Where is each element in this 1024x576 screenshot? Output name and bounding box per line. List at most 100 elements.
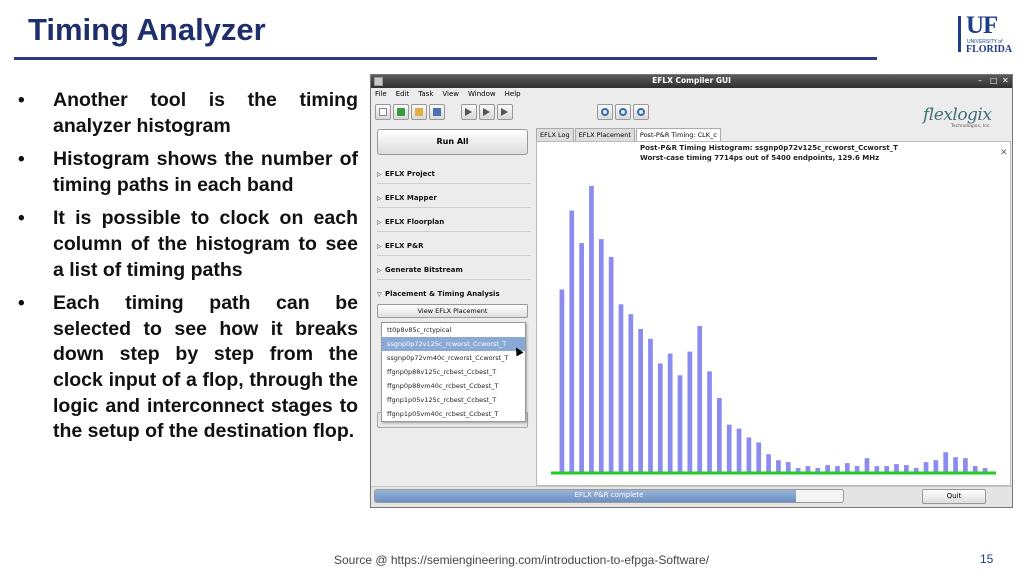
histogram-bar[interactable] <box>844 463 850 472</box>
histogram-bar[interactable] <box>776 460 781 472</box>
histogram-bar[interactable] <box>913 468 919 472</box>
histogram-bar[interactable] <box>972 466 978 472</box>
close-tab-button[interactable]: ✕ <box>1000 148 1008 158</box>
histogram-bar[interactable] <box>717 398 722 472</box>
run-next-button[interactable] <box>479 104 495 120</box>
histogram-bar[interactable] <box>982 468 988 472</box>
menu-window[interactable]: Window <box>468 90 496 101</box>
menu-edit[interactable]: Edit <box>396 90 410 101</box>
histogram-bar[interactable] <box>825 465 830 472</box>
page-number: 15 <box>980 552 994 566</box>
run-all-main-button[interactable]: Run All <box>377 129 528 155</box>
histogram-bar[interactable] <box>805 466 811 472</box>
bullet-dot: • <box>18 90 25 111</box>
section-eflx-pr[interactable]: ▷ EFLX P&R <box>377 242 531 256</box>
histogram-bar[interactable] <box>903 465 909 472</box>
histogram-bar[interactable] <box>864 458 870 472</box>
histogram-bar[interactable] <box>677 375 683 472</box>
histogram-bar[interactable] <box>638 328 644 472</box>
menu-help[interactable]: Help <box>505 90 521 101</box>
maximize-button[interactable]: □ <box>990 76 998 85</box>
expanded-arrow-icon: ▽ <box>377 291 382 298</box>
histogram-bar[interactable] <box>648 338 653 472</box>
zoom-fit-button[interactable] <box>633 104 649 120</box>
histogram-bar[interactable] <box>766 454 771 472</box>
zoom-out-button[interactable] <box>615 104 631 120</box>
histogram-bar[interactable] <box>953 457 958 472</box>
histogram-bar[interactable] <box>559 289 565 472</box>
bullet-item: • Histogram shows the number of timing pa… <box>18 147 358 198</box>
corner-option[interactable]: ffgnp0p88vm40c_rcbest_Ccbest_T <box>382 379 525 393</box>
run-all-button[interactable] <box>497 104 513 120</box>
histogram-bar[interactable] <box>589 185 594 472</box>
histogram-svg <box>551 185 996 475</box>
section-placement-timing[interactable]: ▽ Placement & Timing Analysis <box>377 290 531 304</box>
tab-eflx-log[interactable]: EFLX Log <box>536 128 574 141</box>
histogram-bar[interactable] <box>746 437 752 472</box>
histogram-bar[interactable] <box>569 210 575 472</box>
histogram-bar[interactable] <box>854 466 860 472</box>
histogram-bar[interactable] <box>608 256 614 472</box>
corner-option[interactable]: ssgnp0p72vm40c_rcworst_Ccworst_T <box>382 351 525 365</box>
window-titlebar[interactable]: EFLX Compiler GUI – □ ✕ <box>371 75 1012 88</box>
histogram-bar[interactable] <box>756 442 762 472</box>
run-step-button[interactable] <box>461 104 477 120</box>
histogram-bar[interactable] <box>795 468 801 472</box>
corner-option-selected[interactable]: ssgnp0p72v125c_rcworst_Ccworst_T <box>382 337 525 351</box>
corner-option[interactable]: tt0p8v85c_rctypical <box>382 323 525 337</box>
histogram-bar[interactable] <box>657 363 663 472</box>
quit-button[interactable]: Quit <box>922 489 986 504</box>
view-placement-button[interactable]: View EFLX Placement <box>377 304 528 318</box>
corner-option[interactable]: ffgnp0p88v125c_rcbest_Ccbest_T <box>382 365 525 379</box>
histogram-bar[interactable] <box>687 351 693 472</box>
histogram-bar[interactable] <box>726 424 732 472</box>
minimize-button[interactable]: – <box>978 76 982 85</box>
histogram-bar[interactable] <box>667 353 673 472</box>
histogram-bar[interactable] <box>884 466 890 472</box>
histogram-bar[interactable] <box>943 452 949 472</box>
histogram-bar[interactable] <box>785 462 791 472</box>
run-step-icon <box>465 108 472 116</box>
histogram-bar[interactable] <box>697 325 703 472</box>
histogram-bar[interactable] <box>618 304 624 472</box>
menu-file[interactable]: File <box>375 90 387 101</box>
section-label: EFLX Project <box>385 170 435 178</box>
open-folder-button[interactable] <box>411 104 427 120</box>
corner-option[interactable]: ffgnp1p05v125c_rcbest_Ccbest_T <box>382 393 525 407</box>
section-label: Placement & Timing Analysis <box>385 290 500 298</box>
tab-post-pr-timing[interactable]: Post-P&R Timing: CLK_c <box>635 128 721 141</box>
histogram-bar[interactable] <box>963 458 968 472</box>
histogram-bar[interactable] <box>923 462 929 472</box>
histogram-bar[interactable] <box>736 428 742 472</box>
histogram-bar[interactable] <box>598 239 604 472</box>
close-window-button[interactable]: ✕ <box>1002 76 1009 85</box>
bullet-text: Another tool is the timing analyzer hist… <box>53 89 358 137</box>
run-next-icon <box>483 108 490 116</box>
timing-corner-dropdown[interactable]: tt0p8v85c_rctypical ssgnp0p72v125c_rcwor… <box>381 322 526 422</box>
save-button[interactable] <box>429 104 445 120</box>
collapsed-arrow-icon: ▷ <box>377 267 382 274</box>
download-button[interactable] <box>393 104 409 120</box>
bullet-list: • Another tool is the timing analyzer his… <box>18 88 358 453</box>
save-icon <box>433 108 441 116</box>
section-generate-bitstream[interactable]: ▷ Generate Bitstream <box>377 266 531 280</box>
zoom-in-button[interactable] <box>597 104 613 120</box>
histogram-bar[interactable] <box>628 314 634 472</box>
corner-option[interactable]: ffgnp1p05vm40c_rcbest_Ccbest_T <box>382 407 525 421</box>
section-eflx-floorplan[interactable]: ▷ EFLX Floorplan <box>377 218 531 232</box>
bullet-text: It is possible to clock on each column o… <box>53 207 358 281</box>
histogram-bar[interactable] <box>815 468 821 472</box>
histogram-bar[interactable] <box>579 243 584 472</box>
tab-eflx-placement[interactable]: EFLX Placement <box>574 128 635 141</box>
section-eflx-mapper[interactable]: ▷ EFLX Mapper <box>377 194 531 208</box>
menu-view[interactable]: View <box>442 90 459 101</box>
section-eflx-project[interactable]: ▷ EFLX Project <box>377 170 531 184</box>
histogram-bar[interactable] <box>707 371 712 472</box>
progress-bar: EFLX P&R complete <box>374 489 844 503</box>
menu-task[interactable]: Task <box>418 90 433 101</box>
histogram-bar[interactable] <box>894 464 899 472</box>
histogram-bar[interactable] <box>874 466 880 472</box>
new-project-button[interactable] <box>375 104 391 120</box>
histogram-bar[interactable] <box>933 460 939 472</box>
histogram-bar[interactable] <box>835 466 840 472</box>
